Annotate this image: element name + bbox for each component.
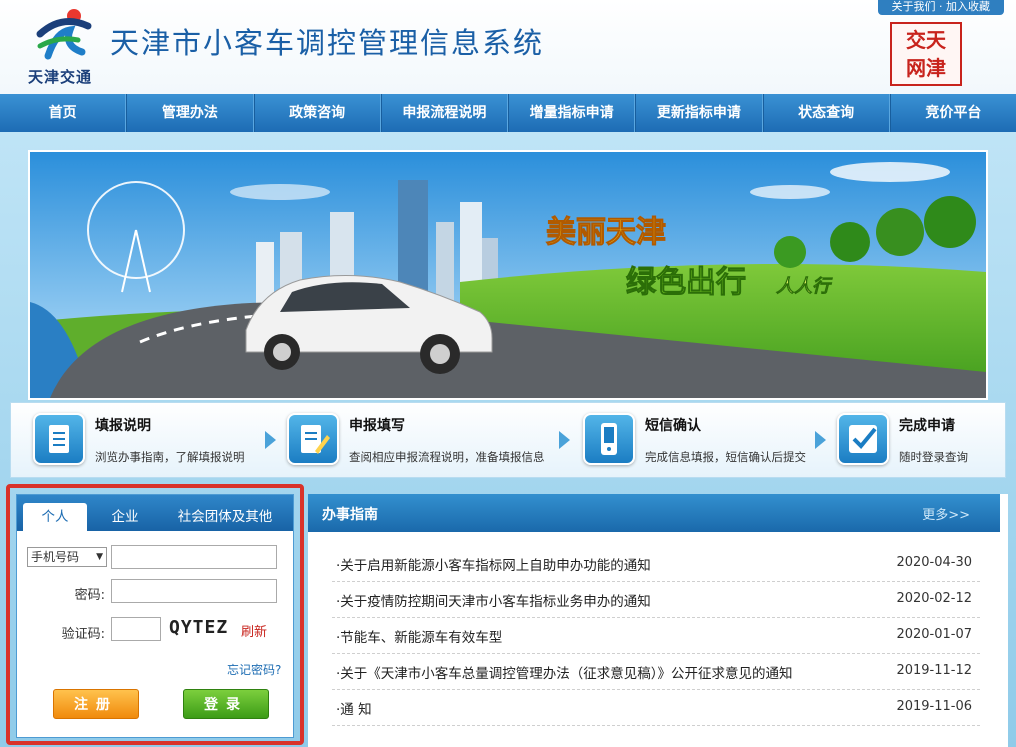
step-fill-application[interactable]: 申报填写 查阅相应申报流程说明，准备填报信息 — [287, 411, 557, 471]
guide-title: 办事指南 — [322, 507, 378, 523]
site-title: 天津市小客车调控管理信息系统 — [110, 26, 545, 60]
step-desc: 浏览办事指南，了解填报说明 — [95, 450, 245, 464]
service-guide-panel: 办事指南 更多>> ·关于启用新能源小客车指标网上自助申办功能的通知 2020-… — [308, 494, 1008, 747]
step-desc: 完成信息填报，短信确认后提交 — [645, 450, 806, 464]
tianjin-jiaotong-seal[interactable]: 交天 网津 — [890, 22, 962, 86]
nav-new-quota-application[interactable]: 增量指标申请 — [508, 94, 636, 132]
password-input[interactable] — [111, 579, 277, 603]
password-label: 密码: — [74, 588, 105, 603]
checkmark-icon — [837, 413, 889, 465]
form-edit-icon — [287, 413, 339, 465]
tab-social-organization[interactable]: 社会团体及其他 — [163, 503, 287, 531]
site-header: 关于我们 · 加入收藏 天津交通 天津市小客车调控管理信息系统 交天 网津 — [0, 0, 1016, 94]
phone-icon — [583, 413, 635, 465]
list-item[interactable]: ·关于启用新能源小客车指标网上自助申办功能的通知 2020-04-30 — [332, 546, 980, 582]
register-button[interactable]: 注册 — [53, 689, 139, 719]
captcha-label: 验证码: — [61, 627, 105, 642]
nav-renewal-quota-application[interactable]: 更新指标申请 — [635, 94, 763, 132]
banner-headline: 美丽天津 — [546, 215, 666, 250]
news-date: 2020-01-07 — [896, 627, 972, 642]
chevron-right-icon — [265, 431, 276, 449]
step-title: 申报填写 — [349, 418, 405, 434]
tianjin-transport-logo-icon — [36, 9, 92, 60]
nav-home[interactable]: 首页 — [0, 94, 127, 132]
process-steps-strip: 填报说明 浏览办事指南，了解填报说明 申报填写 查阅相应申报流程说明，准备填报信… — [10, 402, 1006, 478]
chevron-down-icon: ▼ — [96, 552, 103, 562]
login-panel: 个人 企业 社会团体及其他 手机号码 ▼ 密码: 验证码: QYTEZ 刷新 忘… — [16, 494, 294, 738]
step-desc: 随时登录查询 — [899, 450, 968, 464]
guide-list: ·关于启用新能源小客车指标网上自助申办功能的通知 2020-04-30 ·关于疫… — [332, 546, 980, 726]
list-item[interactable]: ·关于《天津市小客车总量调控管理办法（征求意见稿）》公开征求意见的通知 2019… — [332, 654, 980, 690]
step-sms-confirm[interactable]: 短信确认 完成信息填报，短信确认后提交 — [583, 411, 813, 471]
chevron-right-icon — [815, 431, 826, 449]
logo-text: 天津交通 — [27, 68, 92, 86]
seal-line-2: 网津 — [906, 56, 946, 80]
nav-regulations[interactable]: 管理办法 — [126, 94, 254, 132]
id-type-select[interactable]: 手机号码 ▼ — [27, 547, 107, 567]
news-title[interactable]: ·关于《天津市小客车总量调控管理办法（征求意见稿）》公开征求意见的通知 — [336, 662, 793, 682]
captcha-input[interactable] — [111, 617, 161, 641]
step-title: 短信确认 — [645, 418, 701, 434]
banner-subline-tag: 人人行 — [776, 276, 833, 297]
banner-subline: 绿色出行 — [626, 265, 746, 300]
news-title[interactable]: ·关于启用新能源小客车指标网上自助申办功能的通知 — [336, 554, 651, 574]
seal-line-1: 交天 — [906, 28, 946, 52]
news-date: 2019-11-06 — [896, 699, 972, 714]
tab-enterprise[interactable]: 企业 — [93, 503, 157, 531]
captcha-refresh-link[interactable]: 刷新 — [241, 621, 267, 640]
step-title: 填报说明 — [95, 418, 151, 434]
main-nav: 首页 管理办法 政策咨询 申报流程说明 增量指标申请 更新指标申请 状态查询 竞… — [0, 94, 1016, 132]
news-date: 2020-02-12 — [896, 591, 972, 606]
nav-application-process[interactable]: 申报流程说明 — [380, 94, 508, 132]
news-date: 2019-11-12 — [896, 663, 972, 678]
guide-more-link[interactable]: 更多>> — [922, 504, 970, 523]
tab-individual[interactable]: 个人 — [23, 503, 87, 531]
site-logo[interactable]: 天津交通 — [14, 6, 106, 88]
login-button[interactable]: 登录 — [183, 689, 269, 719]
step-fill-instructions[interactable]: 填报说明 浏览办事指南，了解填报说明 — [33, 411, 263, 471]
list-item[interactable]: ·节能车、新能源车有效车型 2020-01-07 — [332, 618, 980, 654]
guide-header: 办事指南 更多>> — [308, 494, 1000, 532]
account-input[interactable] — [111, 545, 277, 569]
step-complete-application[interactable]: 完成申请 随时登录查询 — [837, 411, 997, 471]
hero-banner: 美丽天津 绿色出行 人人行 — [28, 150, 988, 400]
nav-status-query[interactable]: 状态查询 — [762, 94, 890, 132]
id-type-selected: 手机号码 — [31, 550, 80, 564]
step-desc: 查阅相应申报流程说明，准备填报信息 — [349, 450, 545, 464]
list-item[interactable]: ·关于疫情防控期间天津市小客车指标业务申办的通知 2020-02-12 — [332, 582, 980, 618]
banner-illustration: 美丽天津 绿色出行 人人行 — [30, 152, 986, 398]
news-title[interactable]: ·关于疫情防控期间天津市小客车指标业务申办的通知 — [336, 590, 651, 610]
news-title[interactable]: ·通 知 — [336, 698, 372, 718]
nav-bidding-platform[interactable]: 竞价平台 — [889, 94, 1016, 132]
login-tabs: 个人 企业 社会团体及其他 — [17, 495, 293, 531]
chevron-right-icon — [559, 431, 570, 449]
step-title: 完成申请 — [899, 418, 955, 434]
forgot-password-link[interactable]: 忘记密码? — [227, 661, 281, 678]
list-item[interactable]: ·通 知 2019-11-06 — [332, 690, 980, 726]
news-title[interactable]: ·节能车、新能源车有效车型 — [336, 626, 502, 646]
nav-policy-consulting[interactable]: 政策咨询 — [253, 94, 381, 132]
news-date: 2020-04-30 — [896, 555, 972, 570]
document-icon — [33, 413, 85, 465]
captcha-image[interactable]: QYTEZ — [169, 617, 239, 643]
about-favorite-link[interactable]: 关于我们 · 加入收藏 — [877, 0, 1004, 15]
